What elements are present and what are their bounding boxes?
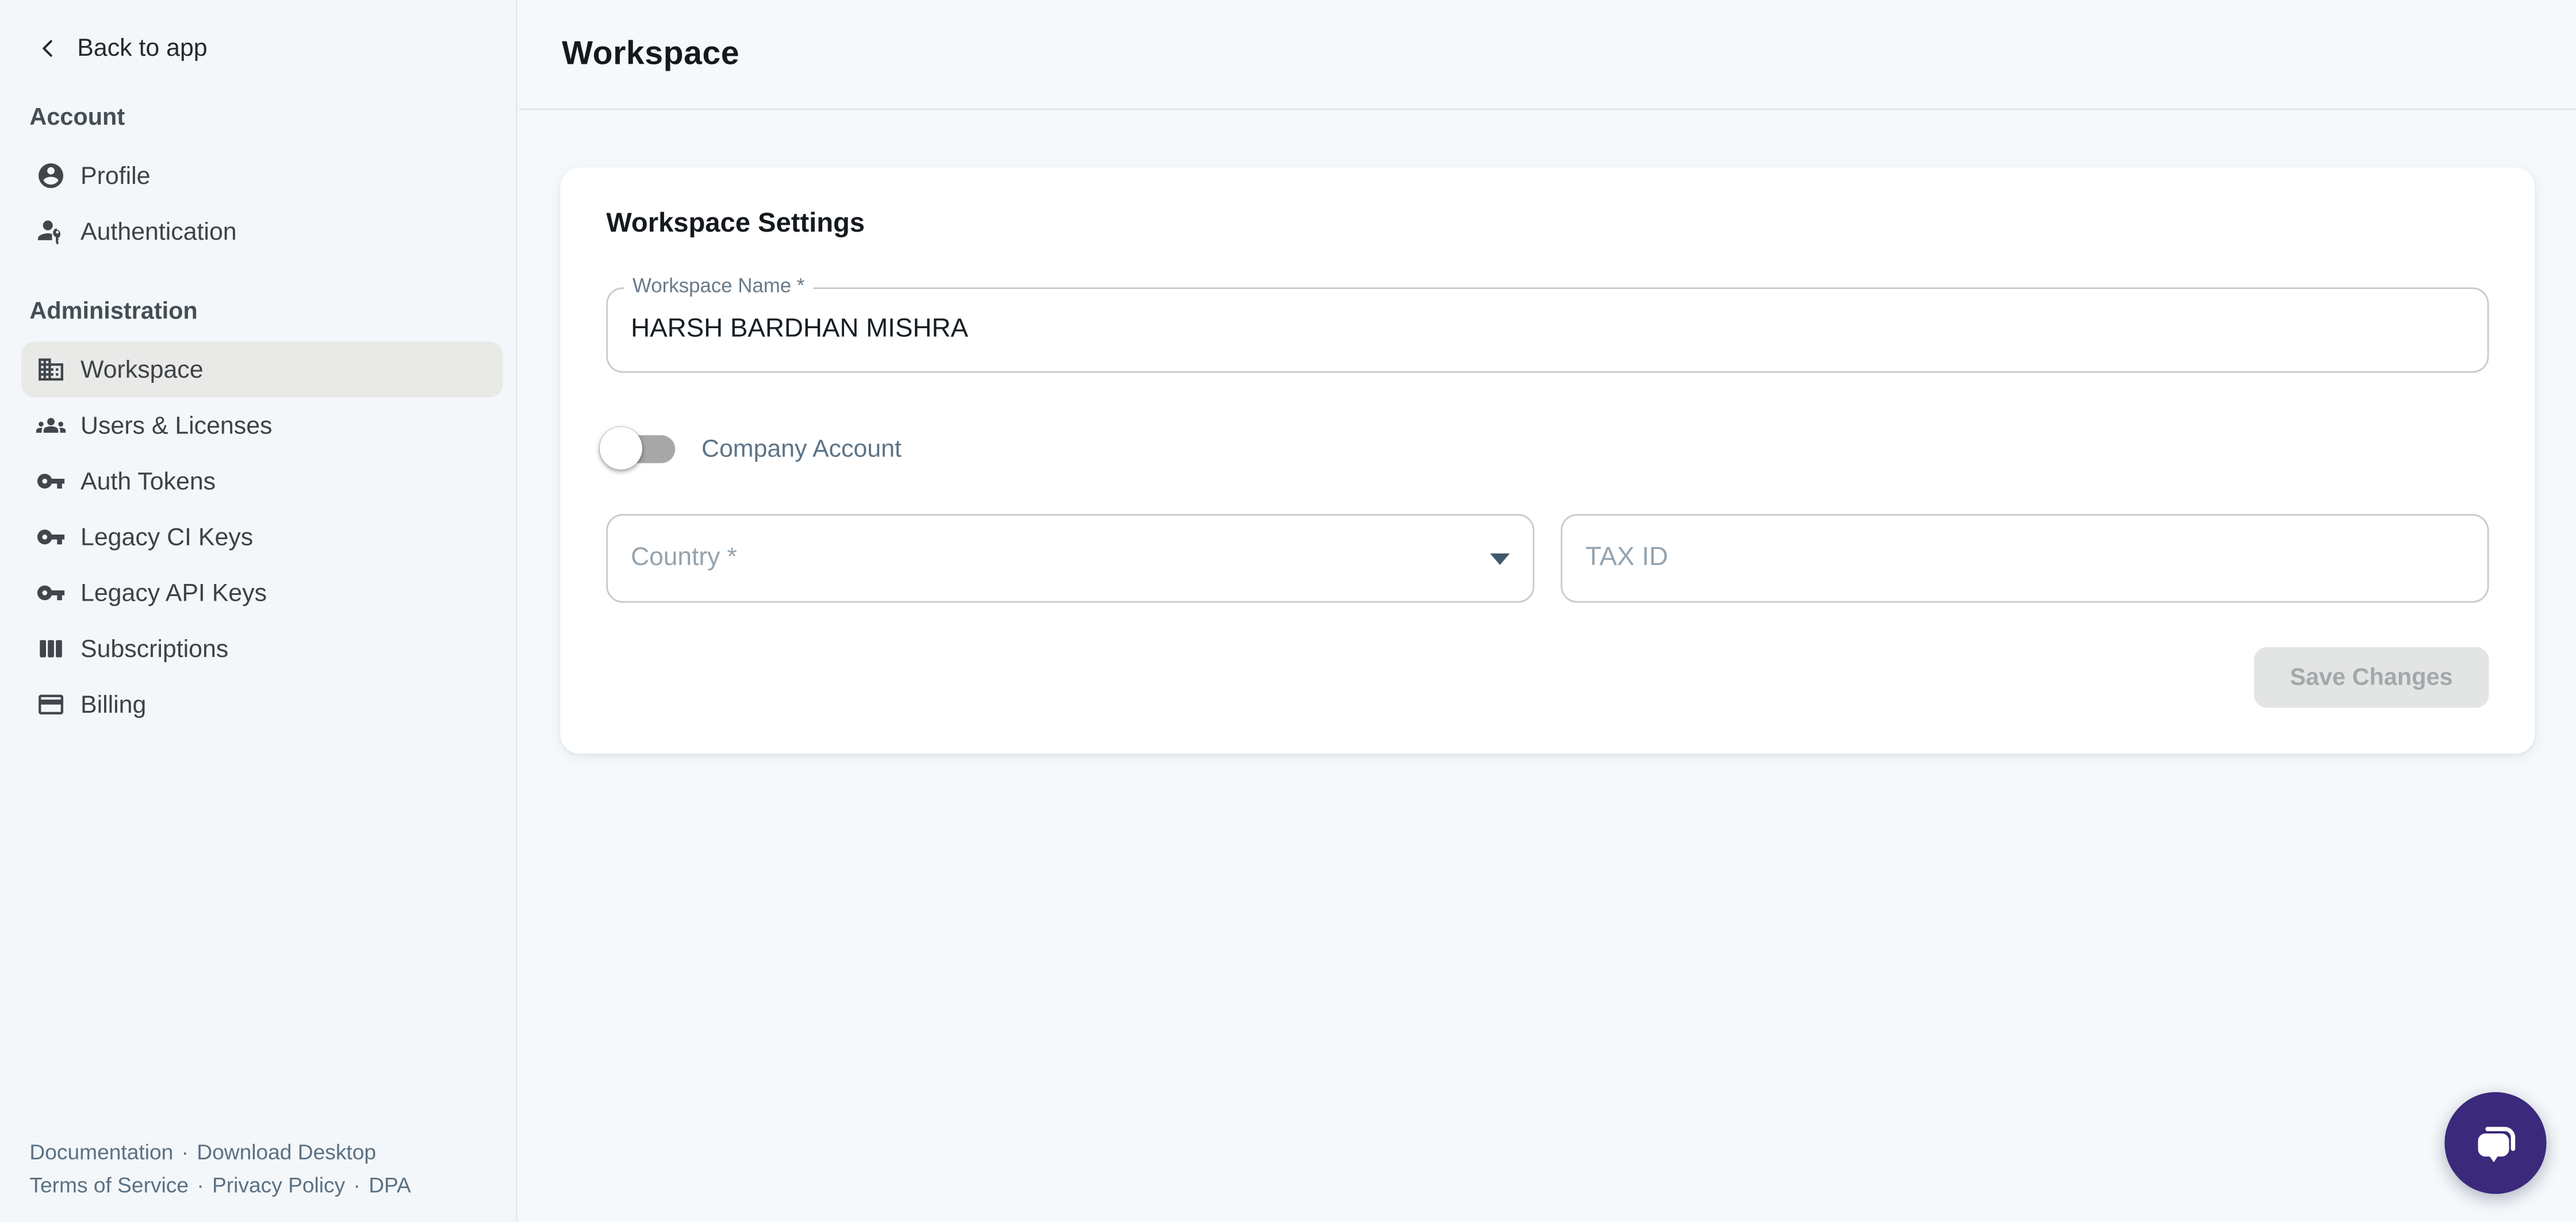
country-tax-row: Country *	[606, 514, 2489, 602]
footer-link-dpa[interactable]: DPA	[369, 1172, 411, 1197]
credit-card-icon	[36, 690, 66, 719]
back-to-app-button[interactable]: Back to app	[36, 29, 516, 66]
sidebar-item-label: Auth Tokens	[80, 467, 216, 495]
company-account-row: Company Account	[606, 427, 2489, 470]
sidebar-item-profile[interactable]: Profile	[21, 148, 503, 203]
footer-separator: ·	[354, 1172, 361, 1197]
sidebar-item-label: Legacy API Keys	[80, 579, 267, 607]
app-window: Back to app Account Profile Authenticati…	[0, 0, 2576, 1222]
card-actions: Save Changes	[606, 647, 2489, 708]
sidebar-item-users-licenses[interactable]: Users & Licenses	[21, 397, 503, 453]
main-area: Workspace Workspace Settings Workspace N…	[519, 0, 2576, 1222]
sidebar-item-label: Legacy CI Keys	[80, 523, 253, 551]
country-select[interactable]: Country *	[606, 514, 1534, 602]
workspace-name-input[interactable]	[631, 316, 2464, 345]
footer-link-terms-of-service[interactable]: Terms of Service	[29, 1172, 189, 1197]
sidebar-item-label: Subscriptions	[80, 635, 228, 663]
tax-id-input[interactable]	[1585, 544, 2464, 573]
sidebar-item-label: Billing	[80, 690, 146, 718]
sidebar-item-auth-tokens[interactable]: Auth Tokens	[21, 454, 503, 509]
page-content: Workspace Settings Workspace Name * Comp…	[519, 110, 2576, 811]
sidebar-item-workspace[interactable]: Workspace	[21, 341, 503, 397]
key-icon	[36, 466, 66, 495]
sidebar-item-subscriptions[interactable]: Subscriptions	[21, 621, 503, 677]
footer-row-1: Documentation · Download Desktop	[29, 1136, 499, 1169]
workspace-settings-card: Workspace Settings Workspace Name * Comp…	[560, 167, 2535, 754]
sidebar-item-billing[interactable]: Billing	[21, 677, 503, 732]
section-header-administration: Administration	[0, 295, 516, 328]
section-header-account: Account	[0, 102, 516, 135]
save-changes-button[interactable]: Save Changes	[2254, 647, 2489, 708]
chat-bubbles-icon	[2470, 1118, 2521, 1169]
sidebar-footer: Documentation · Download Desktop Terms of …	[0, 1136, 516, 1222]
company-account-toggle[interactable]	[610, 435, 675, 463]
country-placeholder: Country *	[631, 544, 737, 573]
workspace-name-label: Workspace Name *	[624, 274, 813, 297]
sidebar: Back to app Account Profile Authenticati…	[0, 0, 518, 1222]
page-title: Workspace	[562, 35, 739, 73]
footer-link-privacy-policy[interactable]: Privacy Policy	[212, 1172, 345, 1197]
footer-link-download-desktop[interactable]: Download Desktop	[197, 1140, 376, 1165]
back-to-app-label: Back to app	[77, 34, 207, 62]
toggle-thumb	[600, 427, 642, 470]
workspace-name-field: Workspace Name *	[606, 287, 2489, 373]
card-title: Workspace Settings	[606, 209, 2489, 240]
sidebar-item-authentication[interactable]: Authentication	[21, 203, 503, 259]
building-icon	[36, 355, 66, 384]
key-icon	[36, 578, 66, 608]
columns-icon	[36, 634, 66, 663]
groups-icon	[36, 410, 66, 440]
person-key-icon	[36, 217, 66, 246]
key-icon	[36, 522, 66, 552]
footer-link-documentation[interactable]: Documentation	[29, 1140, 173, 1165]
footer-row-2: Terms of Service · Privacy Policy · DPA	[29, 1169, 499, 1201]
tax-id-field	[1561, 514, 2489, 602]
dropdown-arrow-icon	[1490, 552, 1509, 564]
chat-widget-button[interactable]	[2444, 1092, 2546, 1194]
chevron-left-icon	[36, 35, 61, 60]
sidebar-item-label: Profile	[80, 162, 151, 190]
account-circle-icon	[36, 161, 66, 190]
sidebar-item-legacy-ci-keys[interactable]: Legacy CI Keys	[21, 509, 503, 565]
page-header: Workspace	[519, 0, 2576, 110]
company-account-label: Company Account	[702, 435, 902, 463]
sidebar-item-legacy-api-keys[interactable]: Legacy API Keys	[21, 565, 503, 621]
footer-separator: ·	[182, 1140, 189, 1165]
footer-separator: ·	[197, 1172, 204, 1197]
sidebar-item-label: Authentication	[80, 218, 237, 246]
sidebar-item-label: Workspace	[80, 356, 204, 384]
sidebar-item-label: Users & Licenses	[80, 412, 272, 440]
